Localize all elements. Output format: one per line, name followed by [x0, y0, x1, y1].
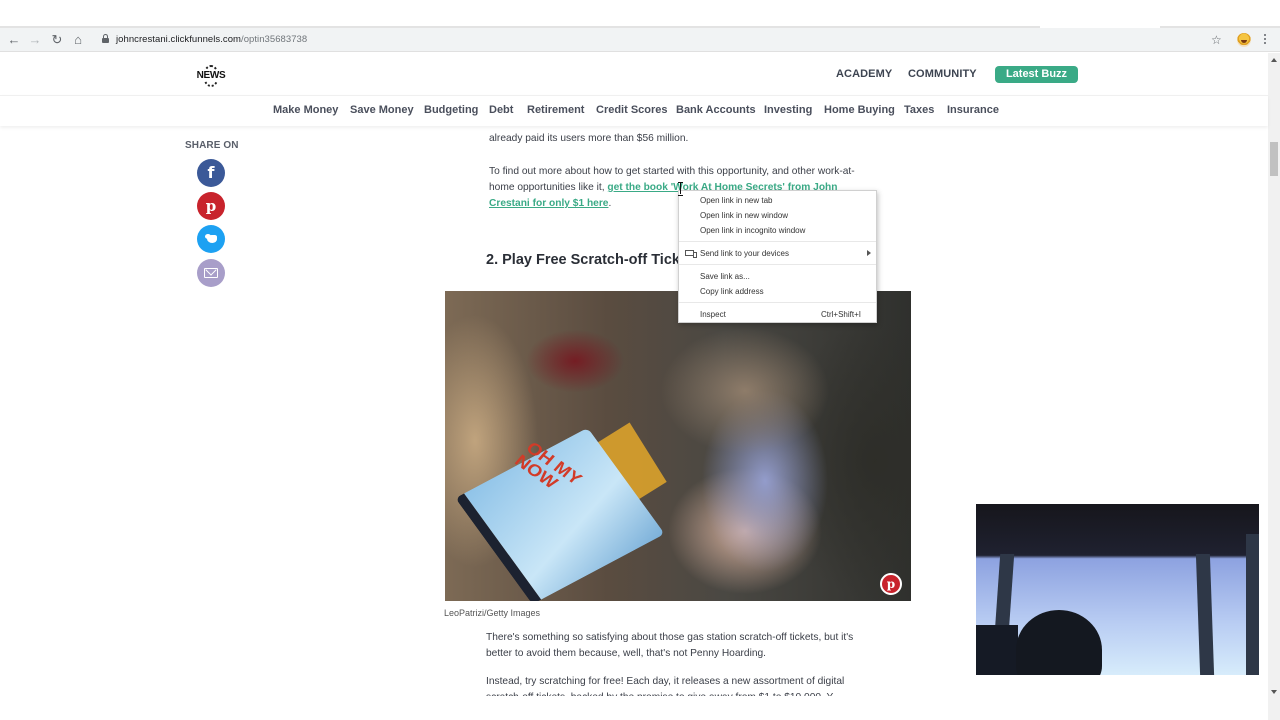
email-share-button[interactable]: [197, 259, 225, 287]
category-taxes[interactable]: Taxes: [904, 104, 934, 116]
facebook-icon: f: [207, 163, 215, 182]
article-photo: OH MY NOW: [445, 291, 911, 601]
category-bank-accounts[interactable]: Bank Accounts: [676, 104, 756, 116]
menu-item-inspect[interactable]: Inspect Ctrl+Shift+I: [679, 307, 876, 322]
share-on-label: SHARE ON: [185, 140, 239, 151]
article-paragraph-4: Instead, try scratching for free! Each d…: [486, 676, 845, 696]
site-header: NEWS ACADEMY COMMUNITY Latest Buzz: [0, 53, 1268, 95]
article-paragraph-3: There's something so satisfying about th…: [486, 632, 854, 659]
category-investing[interactable]: Investing: [764, 104, 812, 116]
facebook-share-button[interactable]: f: [197, 159, 225, 187]
category-debt[interactable]: Debt: [489, 104, 513, 116]
page-scrollbar[interactable]: [1268, 53, 1280, 720]
bookmark-star-icon[interactable]: ☆: [1211, 32, 1222, 48]
scroll-down-arrow-icon[interactable]: [1271, 690, 1277, 694]
section-heading: 2. Play Free Scratch-off Tickets: [486, 252, 701, 268]
home-icon[interactable]: ⌂: [70, 32, 86, 48]
profile-avatar-icon[interactable]: [1237, 33, 1251, 47]
submenu-arrow-icon: [867, 250, 871, 256]
category-credit-scores[interactable]: Credit Scores: [596, 104, 668, 116]
menu-item-send-to-devices[interactable]: Send link to your devices: [679, 246, 876, 261]
reload-icon[interactable]: ↻: [49, 32, 65, 48]
pinterest-icon: p: [886, 577, 896, 591]
photo-caption: LeoPatrizi/Getty Images: [444, 608, 541, 618]
menu-separator: [679, 264, 876, 265]
menu-item-copy-link-address[interactable]: Copy link address: [679, 284, 876, 299]
browser-tab-strip: [0, 0, 1280, 28]
pinterest-share-button[interactable]: p: [197, 192, 225, 220]
category-home-buying[interactable]: Home Buying: [824, 104, 895, 116]
scroll-up-arrow-icon[interactable]: [1271, 58, 1277, 62]
person-silhouette: [1016, 610, 1102, 675]
twitter-bird-icon: [205, 233, 218, 244]
kebab-menu-icon[interactable]: [1263, 32, 1267, 46]
pinterest-icon: p: [205, 197, 217, 215]
category-nav: Make Money Save Money Budgeting Debt Ret…: [0, 95, 1268, 126]
scrollbar-thumb[interactable]: [1270, 142, 1278, 176]
text-cursor-icon: [678, 182, 684, 196]
menu-item-open-incognito[interactable]: Open link in incognito window: [679, 223, 876, 238]
shortcut-text: Ctrl+Shift+I: [820, 310, 861, 319]
menu-item-save-link-as[interactable]: Save link as...: [679, 269, 876, 284]
forward-icon[interactable]: →: [27, 32, 43, 48]
news-logo[interactable]: NEWS: [196, 65, 226, 87]
category-retirement[interactable]: Retirement: [527, 104, 584, 116]
url-text[interactable]: johncrestani.clickfunnels.com/optin35683…: [116, 34, 307, 45]
context-menu: Open link in new tab Open link in new wi…: [678, 190, 877, 323]
twitter-share-button[interactable]: [197, 225, 225, 253]
menu-separator: [679, 302, 876, 303]
browser-toolbar: ← → ↻ ⌂ johncrestani.clickfunnels.com/op…: [0, 28, 1280, 52]
category-make-money[interactable]: Make Money: [273, 104, 338, 116]
menu-separator: [679, 241, 876, 242]
lock-icon[interactable]: [102, 34, 109, 43]
nav-link-academy[interactable]: ACADEMY: [836, 68, 892, 80]
menu-item-open-new-window[interactable]: Open link in new window: [679, 208, 876, 223]
envelope-icon: [204, 268, 218, 278]
back-icon[interactable]: ←: [6, 32, 22, 48]
latest-buzz-button[interactable]: Latest Buzz: [995, 66, 1078, 83]
webcam-overlay: [976, 504, 1259, 675]
devices-icon: [685, 250, 697, 258]
category-budgeting[interactable]: Budgeting: [424, 104, 478, 116]
menu-item-open-new-tab[interactable]: Open link in new tab: [679, 193, 876, 208]
category-insurance[interactable]: Insurance: [947, 104, 999, 116]
address-bar[interactable]: johncrestani.clickfunnels.com/optin35683…: [96, 30, 1236, 50]
category-save-money[interactable]: Save Money: [350, 104, 414, 116]
pinterest-save-button[interactable]: p: [880, 573, 902, 595]
nav-link-community[interactable]: COMMUNITY: [908, 68, 977, 80]
